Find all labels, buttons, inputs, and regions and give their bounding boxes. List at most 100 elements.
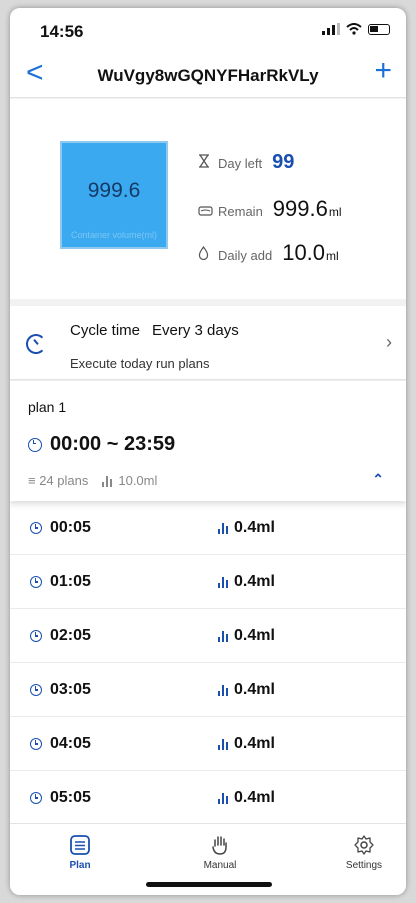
tab-settings-label: Settings [345,860,383,871]
hourglass-icon [198,154,214,171]
clock-icon [30,684,42,696]
schedule-row[interactable]: 01:05 0.4ml [10,555,406,609]
bar-chart-icon [218,684,228,696]
schedule-amount-text: 0.4ml [234,735,275,752]
battery-icon [368,23,390,35]
hand-icon [212,836,227,855]
schedule-row[interactable]: 02:05 0.4ml [10,609,406,663]
schedule-list: 00:05 0.4ml 01:05 0.4ml 02:05 0.4ml 03:0… [10,501,406,825]
cycle-clock-icon [26,334,46,354]
schedule-amount: 0.4ml [218,573,275,591]
bar-chart-icon [102,475,113,487]
add-button[interactable]: + [374,56,392,86]
schedule-time: 04:05 [30,735,91,753]
daily-add-unit: ml [326,249,339,263]
chevron-right-icon: › [386,332,392,352]
tab-plan[interactable]: Plan [40,834,120,871]
device-title: WuVgy8wGQNYFHarRkVLy [97,66,319,85]
schedule-time-text: 05:05 [50,789,91,806]
daily-add-stat: Daily add 10.0 ml [198,240,339,266]
schedule-amount-text: 0.4ml [234,573,275,590]
container-caption: Container volume(ml) [70,230,158,240]
cycle-time-line: Cycle time Every 3 days [70,322,239,339]
drop-icon [198,245,214,263]
schedule-amount-text: 0.4ml [234,519,275,536]
schedule-amount: 0.4ml [218,519,275,537]
tab-bar: Plan Manual Settings [10,823,406,895]
status-icons [322,23,390,35]
cycle-time-value: Every 3 days [152,322,239,339]
bar-chart-icon [218,792,228,804]
tab-settings[interactable]: Settings [324,834,404,871]
schedule-time: 00:05 [30,519,91,537]
schedule-amount: 0.4ml [218,627,275,645]
tank-icon [198,204,214,219]
schedule-row[interactable]: 03:05 0.4ml [10,663,406,717]
schedule-time-text: 01:05 [50,573,91,590]
clock-icon [30,792,42,804]
cycle-time-row[interactable]: Cycle time Every 3 days Execute today run… [10,306,406,380]
cycle-subtitle: Execute today run plans [70,356,210,371]
schedule-amount: 0.4ml [218,789,275,807]
plan-total: 10.0ml [102,473,157,488]
nav-bar: < WuVgy8wGQNYFHarRkVLy + [10,52,406,98]
tab-manual-label: Manual [203,860,237,871]
list-icon [70,835,90,855]
tab-plan-label: Plan [69,860,91,871]
list-icon: ≡ [28,473,40,488]
clock-icon [28,437,42,452]
container-summary: 999.6 Container volume(ml) Day left 99 R… [10,99,406,299]
bar-chart-icon [218,576,228,588]
schedule-time-text: 03:05 [50,681,91,698]
schedule-amount: 0.4ml [218,735,275,753]
schedule-amount: 0.4ml [218,681,275,699]
container-volume: 999.6 [87,179,141,202]
remain-label: Remain [218,204,263,219]
schedule-time: 02:05 [30,627,91,645]
schedule-row[interactable]: 05:05 0.4ml [10,771,406,825]
schedule-time: 03:05 [30,681,91,699]
schedule-time-text: 02:05 [50,627,91,644]
clock-icon [30,630,42,642]
remain-stat: Remain 999.6 ml [198,196,342,222]
schedule-time: 01:05 [30,573,91,591]
schedule-amount-text: 0.4ml [234,627,275,644]
bar-chart-icon [218,738,228,750]
schedule-time-text: 00:05 [50,519,91,536]
remain-value: 999.6 [272,196,328,221]
day-left-stat: Day left 99 [198,151,294,174]
home-indicator [146,882,272,887]
phone-screen: 14:56 < WuVgy8wGQNYFHarRkVLy + 999.6 Con… [10,8,406,895]
schedule-time-text: 04:05 [50,735,91,752]
plan-range: 00:00 ~ 23:59 [28,433,175,456]
schedule-amount-text: 0.4ml [234,789,275,806]
plan-meta: ≡ 24 plans 10.0ml [28,473,157,488]
signal-icon [322,23,340,35]
day-left-label: Day left [218,156,263,171]
remain-unit: ml [328,205,342,219]
day-left-value: 99 [272,151,295,173]
schedule-time: 05:05 [30,789,91,807]
plan-name: plan 1 [28,399,67,415]
tab-manual[interactable]: Manual [180,834,260,871]
plan-card[interactable]: plan 1 00:00 ~ 23:59 ≡ 24 plans 10.0ml ⌃ [10,381,406,501]
bar-chart-icon [218,522,228,534]
gear-icon [354,835,374,855]
clock-icon [30,738,42,750]
plan-total-text: 10.0ml [118,473,158,488]
clock-icon [30,576,42,588]
status-bar: 14:56 [10,8,406,52]
plan-count: ≡ 24 plans [28,473,88,488]
container-tank: 999.6 Container volume(ml) [60,141,168,249]
schedule-row[interactable]: 00:05 0.4ml [10,501,406,555]
daily-add-label: Daily add [218,248,273,263]
clock-icon [30,522,42,534]
collapse-chevron-icon[interactable]: ⌃ [372,471,384,488]
wifi-icon [346,23,362,35]
status-time: 14:56 [40,22,84,41]
plan-range-text: 00:00 ~ 23:59 [50,433,176,455]
bar-chart-icon [218,630,228,642]
plan-count-text: 24 plans [39,473,89,488]
cycle-time-label: Cycle time [70,322,141,339]
schedule-row[interactable]: 04:05 0.4ml [10,717,406,771]
